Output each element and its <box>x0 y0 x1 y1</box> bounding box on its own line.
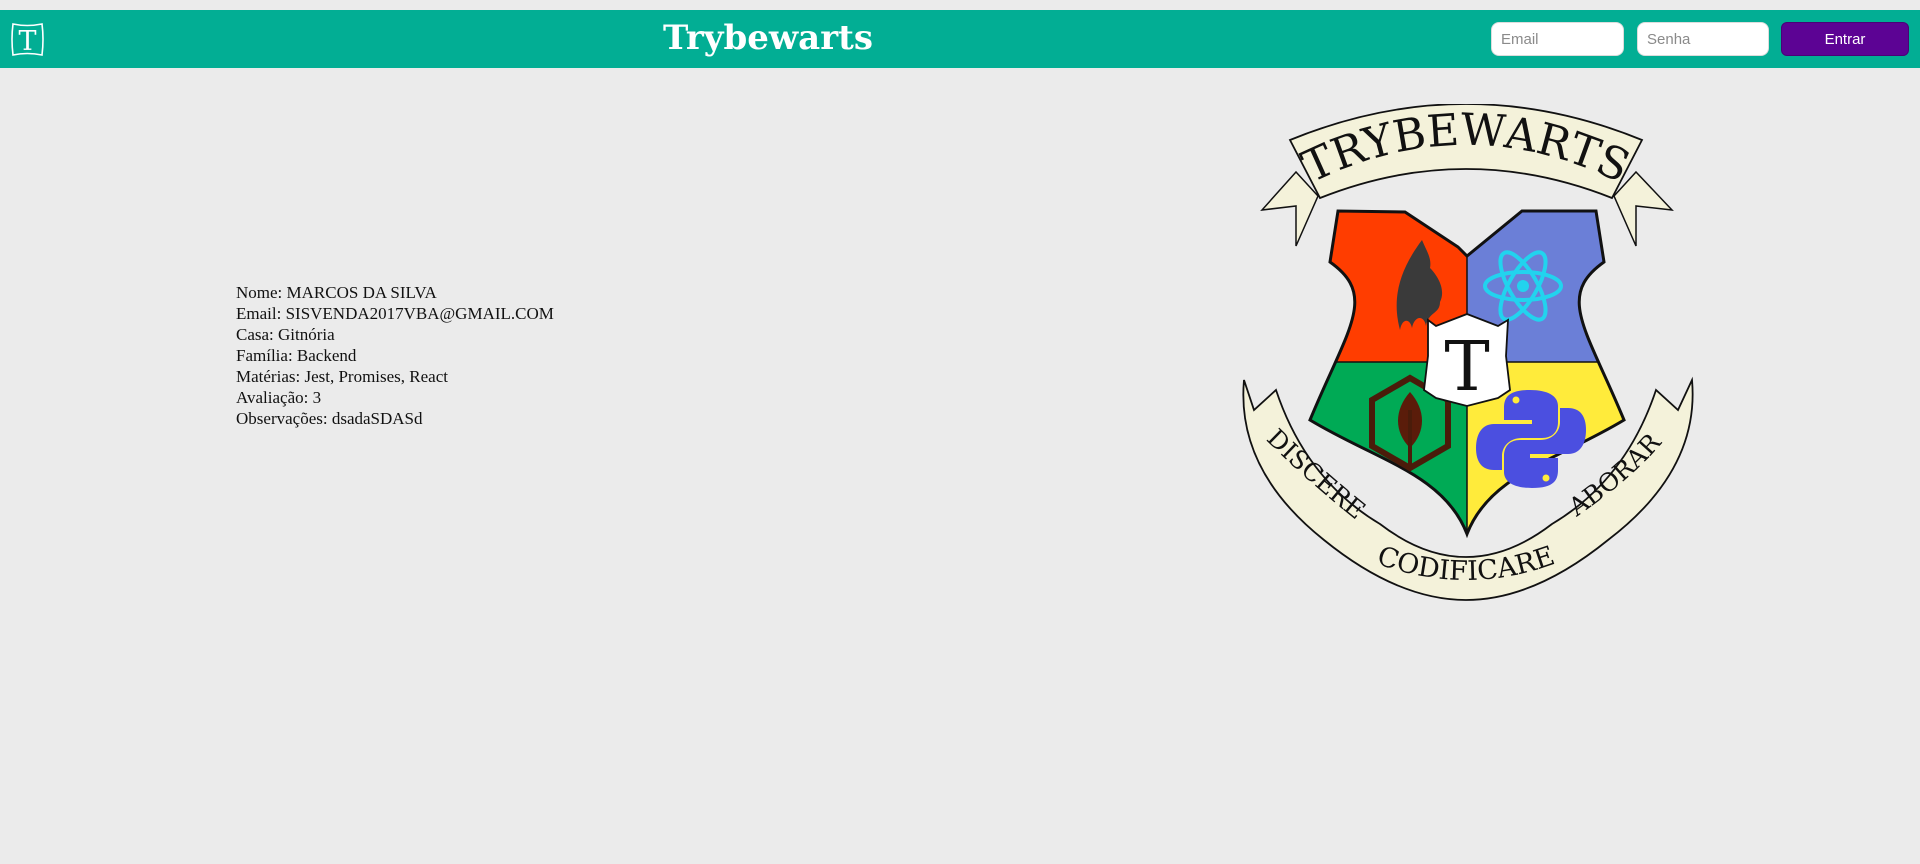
login-button[interactable]: Entrar <box>1781 22 1909 56</box>
trybewarts-crest: TRYBEWARTS DISCERE CODIFICARE LABORARE <box>1236 104 1694 601</box>
header: T Trybewarts Entrar <box>0 10 1920 68</box>
observations-line: Observações: dsadaSDASd <box>236 409 423 428</box>
form-data-summary: Nome: MARCOS DA SILVA Email: SISVENDA201… <box>236 282 554 429</box>
email-input[interactable] <box>1491 22 1624 56</box>
subjects-line: Matérias: Jest, Promises, React <box>236 367 448 386</box>
center-letter: T <box>1444 328 1489 407</box>
house-line: Casa: Gitnória <box>236 325 335 344</box>
top-ribbon: TRYBEWARTS <box>1260 104 1674 247</box>
name-line: Nome: MARCOS DA SILVA <box>236 283 437 302</box>
family-line: Família: Backend <box>236 346 357 365</box>
page-title: Trybewarts <box>663 18 873 58</box>
password-input[interactable] <box>1637 22 1769 56</box>
rating-line: Avaliação: 3 <box>236 388 322 407</box>
email-line: Email: SISVENDA2017VBA@GMAIL.COM <box>236 304 554 323</box>
top-strip <box>0 0 1920 10</box>
